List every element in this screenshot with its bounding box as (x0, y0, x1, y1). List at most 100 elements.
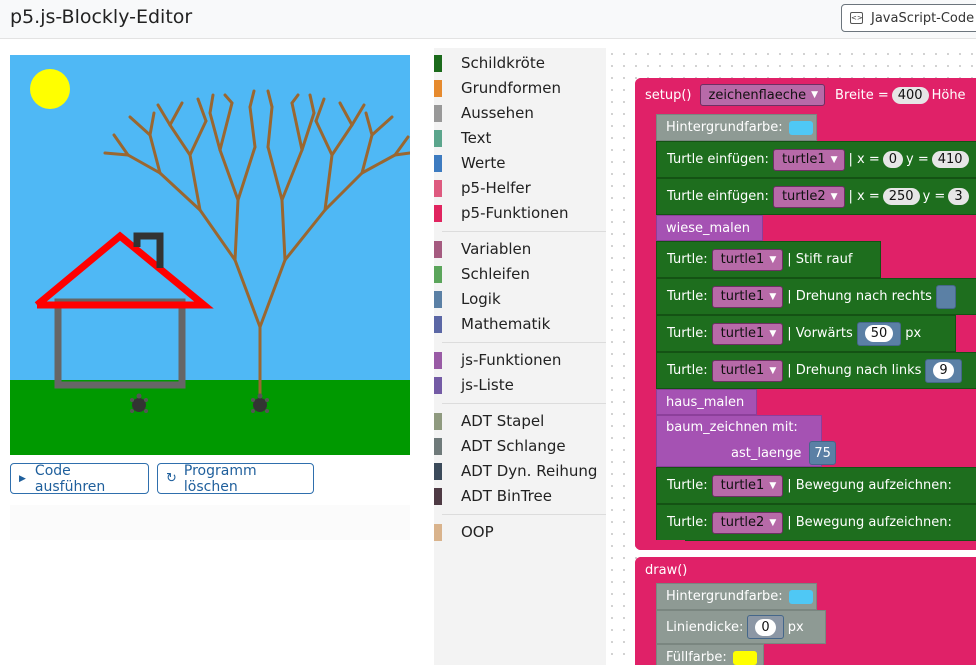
setup-footer (635, 540, 685, 550)
background-color-block[interactable]: Hintergrundfarbe: (656, 114, 817, 141)
category-label: ADT Schlange (461, 437, 566, 455)
play-icon: ▶ (19, 473, 26, 484)
clear-program-button[interactable]: ↻ Programm löschen (157, 462, 314, 495)
turtle-pen-up-block[interactable]: Turtle: turtle1 ▼ | Stift rauf (656, 241, 881, 278)
canvas-variable-dropdown[interactable]: zeichenflaeche ▼ (699, 84, 826, 106)
breite-input[interactable]: 400 (891, 86, 929, 104)
draw-header[interactable]: draw() (635, 557, 697, 583)
category-js-liste[interactable]: js-Liste (434, 373, 606, 397)
block-label: Turtle: (667, 326, 708, 341)
turtle-dropdown[interactable]: turtle2 ▼ (711, 511, 784, 534)
category-schildkroete[interactable]: Schildkröte (434, 51, 606, 75)
sky (10, 55, 410, 380)
turtle-name: turtle1 (720, 326, 765, 341)
angle-input[interactable]: 9 (933, 362, 954, 379)
category-color-swatch (434, 55, 442, 72)
category-color-swatch (434, 316, 442, 333)
color-field[interactable] (788, 120, 813, 135)
turtle-insert-block-1[interactable]: Turtle einfügen: turtle1 ▼ | x = 0 y = 410 (656, 141, 976, 178)
y-label: y = (906, 152, 929, 167)
category-js-funktionen[interactable]: js-Funktionen (434, 348, 606, 372)
category-adt-schlange[interactable]: ADT Schlange (434, 434, 606, 458)
grass (10, 380, 410, 455)
line-width-input[interactable]: 0 (755, 618, 776, 636)
color-field[interactable] (788, 589, 813, 604)
category-color-swatch (434, 241, 442, 258)
category-adt-stapel[interactable]: ADT Stapel (434, 409, 606, 433)
category-label: Text (461, 129, 492, 147)
p5-canvas (10, 55, 410, 455)
category-text[interactable]: Text (434, 126, 606, 150)
blockly-workspace[interactable]: setup() zeichenflaeche ▼ Breite = 400 Höh… (606, 48, 976, 665)
turtle-record-block-1[interactable]: Turtle: turtle1 ▼ | Bewegung aufzeichnen: (656, 467, 976, 504)
block-label: Hintergrundfarbe: (666, 589, 783, 604)
block-label: wiese_malen (666, 220, 750, 236)
y-input[interactable]: 3 (948, 188, 969, 205)
turtle-turn-right-block[interactable]: Turtle: turtle1 ▼ | Drehung nach rechts (656, 278, 976, 315)
sun (30, 69, 70, 109)
turtle-turn-left-block[interactable]: Turtle: turtle1 ▼ | Drehung nach links 9 (656, 352, 976, 389)
value-socket[interactable] (935, 284, 956, 309)
run-code-button[interactable]: ▶ Code ausführen (10, 463, 149, 495)
value-socket[interactable]: 50 (856, 321, 902, 346)
javascript-code-button[interactable]: <> JavaScript-Code (841, 4, 976, 32)
category-color-swatch (434, 205, 442, 222)
turtle-name: turtle1 (720, 478, 765, 493)
turtle-name: turtle1 (781, 152, 826, 167)
category-color-swatch (434, 438, 442, 455)
category-label: ADT BinTree (461, 487, 552, 505)
turtle-dropdown[interactable]: turtle1 ▼ (711, 285, 784, 308)
dropdown-arrow-icon: ▼ (830, 154, 838, 165)
turtle-forward-block[interactable]: Turtle: turtle1 ▼ | Vorwärts 50 px (656, 315, 956, 352)
category-p5-helfer[interactable]: p5-Helfer (434, 176, 606, 200)
category-color-swatch (434, 80, 442, 97)
block-label: Turtle: (667, 252, 708, 267)
block-label: Füllfarbe: (666, 650, 727, 665)
category-mathematik[interactable]: Mathematik (434, 312, 606, 336)
category-adt-bintree[interactable]: ADT BinTree (434, 484, 606, 508)
value-socket[interactable]: 75 (809, 441, 836, 465)
turtle-insert-block-2[interactable]: Turtle einfügen: turtle2 ▼ | x = 250 y = 3 (656, 178, 976, 215)
turtle-dropdown[interactable]: turtle1 ▼ (711, 248, 784, 271)
turtle-dropdown[interactable]: turtle1 ▼ (772, 148, 845, 171)
wiese-malen-block[interactable]: wiese_malen (656, 215, 763, 241)
turtle-name: turtle1 (720, 363, 765, 378)
category-schleifen[interactable]: Schleifen (434, 262, 606, 286)
block-label: Turtle: (667, 363, 708, 378)
toolbox-separator (442, 514, 606, 515)
fill-color-block[interactable]: Füllfarbe: (656, 644, 764, 665)
blockly-toolbox: Schildkröte Grundformen Aussehen Text We… (434, 48, 606, 665)
draw-background-block[interactable]: Hintergrundfarbe: (656, 583, 817, 610)
turtle-record-block-2[interactable]: Turtle: turtle2 ▼ | Bewegung aufzeichnen: (656, 504, 976, 541)
x-input[interactable]: 0 (882, 151, 904, 168)
category-werte[interactable]: Werte (434, 151, 606, 175)
category-color-swatch (434, 463, 442, 480)
category-logik[interactable]: Logik (434, 287, 606, 311)
color-field[interactable] (732, 650, 757, 665)
category-variablen[interactable]: Variablen (434, 237, 606, 261)
turtle-dropdown[interactable]: turtle1 ▼ (711, 359, 784, 382)
ast-laenge-input[interactable]: 75 (814, 446, 831, 461)
value-socket[interactable]: 0 (747, 615, 784, 639)
turtle-dropdown[interactable]: turtle1 ▼ (711, 474, 784, 497)
setup-header[interactable]: setup() zeichenflaeche ▼ Breite = 400 Höh… (635, 78, 976, 112)
category-label: Mathematik (461, 315, 551, 333)
x-input[interactable]: 250 (882, 188, 920, 205)
y-input[interactable]: 410 (931, 151, 969, 168)
line-width-block[interactable]: Liniendicke: 0 px (656, 610, 826, 644)
distance-input[interactable]: 50 (864, 325, 894, 342)
turtle-dropdown[interactable]: turtle2 ▼ (772, 185, 845, 208)
category-adt-dyn-reihung[interactable]: ADT Dyn. Reihung (434, 459, 606, 483)
category-p5-funktionen[interactable]: p5-Funktionen (434, 201, 606, 225)
clear-program-label: Programm löschen (183, 462, 257, 495)
category-grundformen[interactable]: Grundformen (434, 76, 606, 100)
category-color-swatch (434, 291, 442, 308)
category-oop[interactable]: OOP (434, 520, 606, 544)
toolbox-separator (442, 403, 606, 404)
haus-malen-block[interactable]: haus_malen (656, 389, 757, 415)
category-aussehen[interactable]: Aussehen (434, 101, 606, 125)
javascript-code-label: JavaScript-Code (871, 10, 975, 26)
value-socket[interactable]: 9 (925, 358, 962, 383)
category-color-swatch (434, 524, 442, 541)
turtle-dropdown[interactable]: turtle1 ▼ (711, 322, 784, 345)
